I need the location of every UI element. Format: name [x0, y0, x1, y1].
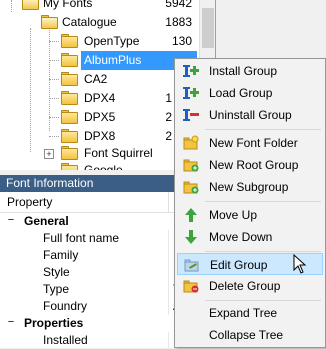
menu-item-label: New Font Folder [209, 136, 298, 150]
menu-item-label: Expand Tree [209, 306, 278, 320]
new-font-folder-icon [183, 135, 199, 150]
menu-item-new-font-folder[interactable]: New Font Folder [177, 132, 323, 154]
tree-item-label: OpenType [84, 34, 140, 48]
edit-group-icon [184, 259, 199, 272]
tree-item-my-fonts[interactable]: My Fonts 5942 [0, 0, 215, 13]
menu-item-collapse-tree[interactable]: Collapse Tree [177, 324, 323, 346]
group-label: General [24, 214, 69, 228]
scrollbar-thumb[interactable] [202, 8, 214, 48]
menu-item-label: Load Group [209, 86, 273, 100]
folder-icon [61, 91, 78, 105]
menu-item-new-subgroup[interactable]: New Subgroup [177, 176, 323, 198]
context-menu: Install Group Load Group Uninstall Group… [174, 58, 326, 348]
arrow-up-icon [185, 208, 197, 222]
tree-item-label: CA2 [84, 72, 108, 86]
menu-separator [205, 201, 321, 202]
menu-separator [205, 251, 321, 252]
open-folder-icon [41, 15, 58, 29]
property-key: Installed [43, 333, 88, 347]
tree-item-count: 5942 [165, 0, 192, 10]
tree-item-label: DPX5 [84, 110, 116, 124]
menu-item-label: New Root Group [209, 158, 299, 172]
menu-item-label: Uninstall Group [209, 108, 292, 122]
menu-item-new-root-group[interactable]: New Root Group [177, 154, 323, 176]
folder-icon [61, 163, 78, 170]
expand-button[interactable]: + [44, 149, 54, 159]
group-label: Properties [24, 316, 84, 330]
tree-item-count: 1 [165, 91, 172, 105]
folder-icon [61, 72, 78, 86]
tree-item-count: 2 [165, 110, 172, 124]
menu-item-move-down[interactable]: Move Down [177, 226, 323, 248]
folder-icon [61, 129, 78, 143]
menu-item-label: New Subgroup [209, 180, 289, 194]
tree-item-label: Catalogue [62, 15, 117, 29]
menu-item-install-group[interactable]: Install Group [177, 60, 323, 82]
tree-item-opentype[interactable]: OpenType 130 [0, 32, 215, 51]
property-key: Style [43, 265, 70, 279]
collapse-icon[interactable]: − [6, 215, 16, 226]
tree-item-label: Google [84, 163, 123, 170]
menu-item-label: Move Up [209, 208, 258, 222]
menu-item-label: Delete Group [209, 279, 281, 293]
new-root-group-icon [183, 159, 199, 172]
collapse-icon[interactable]: − [6, 317, 16, 328]
menu-item-delete-group[interactable]: Delete Group [177, 275, 323, 297]
tree-item-catalogue[interactable]: Catalogue 1883 [0, 13, 215, 32]
property-key: Full font name [43, 231, 120, 245]
tree-item-label: My Fonts [43, 0, 93, 10]
menu-separator [205, 129, 321, 130]
menu-item-label: Collapse Tree [209, 328, 284, 342]
menu-item-label: Move Down [209, 230, 273, 244]
menu-item-uninstall-group[interactable]: Uninstall Group [177, 104, 323, 126]
open-folder-icon [22, 0, 39, 10]
column-header-property[interactable]: Property [7, 192, 52, 212]
property-key: Family [43, 248, 79, 262]
delete-group-icon [183, 280, 199, 293]
property-key: Type [43, 282, 70, 296]
mouse-pointer-icon [293, 254, 307, 274]
menu-item-label: Install Group [209, 64, 278, 78]
folder-icon [61, 53, 78, 67]
property-key: Foundry [43, 299, 88, 313]
load-icon [183, 87, 199, 99]
install-icon [183, 65, 199, 77]
folder-icon [61, 146, 78, 160]
folder-icon [61, 110, 78, 124]
folder-icon [61, 34, 78, 48]
tree-item-label: DPX4 [84, 91, 116, 105]
tree-item-count: 1883 [165, 15, 192, 29]
menu-item-expand-tree[interactable]: Expand Tree [177, 302, 323, 324]
arrow-down-icon [185, 230, 197, 244]
menu-item-load-group[interactable]: Load Group [177, 82, 323, 104]
new-subgroup-icon [183, 181, 199, 194]
menu-item-label: Edit Group [210, 258, 268, 272]
menu-separator [205, 300, 321, 301]
menu-item-move-up[interactable]: Move Up [177, 204, 323, 226]
uninstall-icon [183, 109, 199, 121]
tree-item-count: 130 [171, 34, 192, 48]
